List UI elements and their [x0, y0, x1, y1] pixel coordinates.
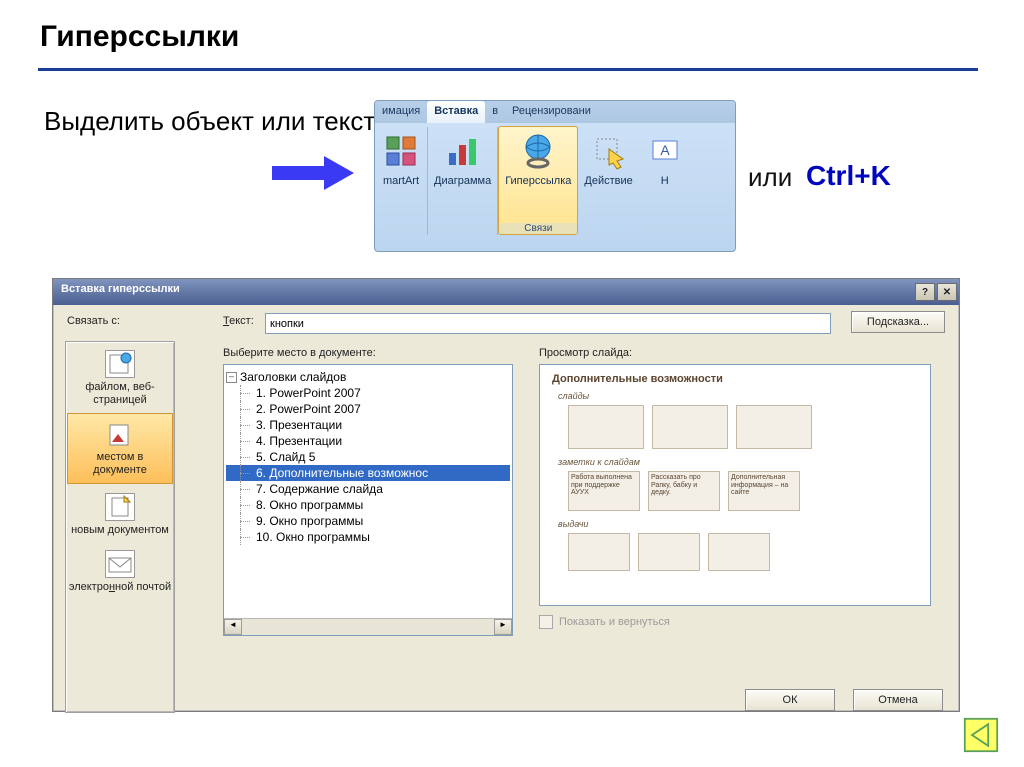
globe-link-icon [518, 131, 558, 171]
link-type-panel: файлом, веб-страницей местом в документе… [65, 341, 175, 713]
file-web-icon [105, 350, 135, 378]
ribbon-tab-anim[interactable]: имация [375, 101, 427, 123]
link-type-place[interactable]: местом в документе [67, 413, 173, 483]
preview-section: слайды [540, 385, 930, 403]
preview-thumb: Работа выполнена при поддержке АУУХ [568, 471, 640, 511]
preview-section: выдачи [540, 513, 930, 531]
ribbon-group-links: Связи [499, 223, 577, 234]
link-type-file-web[interactable]: файлом, веб-страницей [66, 342, 174, 412]
hyperlink-label: Гиперссылка [505, 175, 571, 187]
arrow-right-icon [262, 148, 362, 198]
show-return-checkbox [539, 615, 553, 629]
email-icon [105, 550, 135, 578]
thumb-label: Дополнительная информация – на сайте [729, 472, 799, 499]
title-underline [38, 68, 978, 71]
ribbon-chart[interactable]: Диаграмма [428, 127, 498, 235]
preview-section: заметки к слайдам [540, 451, 930, 469]
ribbon-last[interactable]: A Н [639, 127, 691, 235]
preview-slide-title: Дополнительные возможности [540, 365, 930, 385]
tree-hscrollbar[interactable]: ◄ ► [224, 618, 512, 635]
thumb-label: Работа выполнена при поддержке АУУХ [569, 472, 639, 499]
preview-thumb [736, 405, 812, 449]
link-with-label: Связать с: [67, 315, 120, 327]
ok-button[interactable]: ОК [745, 689, 835, 711]
preview-thumb: Рассказать про Рапку, бабку и дедку. [648, 471, 720, 511]
place-label: местом в документе [93, 451, 147, 476]
slide-title: Гиперссылки [40, 20, 239, 54]
chart-icon [443, 131, 483, 171]
ribbon-tab-v[interactable]: в [485, 101, 505, 123]
select-place-label: Выберите место в документе: [223, 347, 376, 359]
close-button[interactable]: ✕ [937, 283, 957, 301]
scroll-right-icon[interactable]: ► [494, 619, 512, 635]
text-input[interactable] [265, 313, 831, 334]
tree-item[interactable]: 3. Презентации [226, 417, 510, 433]
tree-item[interactable]: 8. Окно программы [226, 497, 510, 513]
tree-root[interactable]: – Заголовки слайдов [226, 369, 510, 385]
collapse-icon[interactable]: – [226, 372, 237, 383]
svg-text:A: A [660, 142, 670, 158]
slide-tree[interactable]: – Заголовки слайдов 1. PowerPoint 2007 2… [223, 364, 513, 636]
dialog-titlebar: Вставка гиперссылки ? ✕ [53, 279, 959, 305]
file-web-label: файлом, веб-страницей [85, 381, 154, 406]
preview-thumb [638, 533, 700, 571]
textbox-icon: A [645, 131, 685, 171]
preview-thumb: Дополнительная информация – на сайте [728, 471, 800, 511]
ribbon-smartart[interactable]: martArt [375, 127, 428, 235]
tree-item-selected[interactable]: 6. Дополнительные возможнос [226, 465, 510, 481]
smartart-icon [381, 131, 421, 171]
place-icon [106, 422, 134, 448]
tree-item[interactable]: 2. PowerPoint 2007 [226, 401, 510, 417]
tree-item[interactable]: 5. Слайд 5 [226, 449, 510, 465]
ribbon-tab-review[interactable]: Рецензировани [505, 101, 598, 123]
show-return-label: Показать и вернуться [559, 616, 670, 628]
help-button[interactable]: ? [915, 283, 935, 301]
link-type-new-doc[interactable]: новым документом [66, 485, 174, 543]
action-label: Действие [584, 175, 632, 187]
insert-hyperlink-dialog: Вставка гиперссылки ? ✕ Связать с: Текст… [52, 278, 960, 712]
scroll-left-icon[interactable]: ◄ [224, 619, 242, 635]
ribbon-action[interactable]: Действие [578, 127, 638, 235]
preview-thumb [652, 405, 728, 449]
new-doc-icon [105, 493, 135, 521]
email-label: электронной почтой [69, 581, 171, 593]
thumb-label: Рассказать про Рапку, бабку и дедку. [649, 472, 719, 499]
tree-item[interactable]: 4. Презентации [226, 433, 510, 449]
cancel-button[interactable]: Отмена [853, 689, 943, 711]
ribbon-tabs: имация Вставка в Рецензировани [375, 101, 735, 123]
tree-item[interactable]: 1. PowerPoint 2007 [226, 385, 510, 401]
nav-back-icon[interactable] [962, 717, 1000, 753]
new-doc-label: новым документом [71, 524, 169, 536]
preview-label: Просмотр слайда: [539, 347, 632, 359]
ribbon-insert-tab: имация Вставка в Рецензировани martArt Д… [374, 100, 736, 252]
dialog-title: Вставка гиперссылки [61, 283, 180, 305]
action-icon [589, 131, 629, 171]
preview-thumb [568, 533, 630, 571]
tree-item[interactable]: 7. Содержание слайда [226, 481, 510, 497]
smartart-label: martArt [383, 175, 419, 187]
tree-root-label: Заголовки слайдов [240, 370, 346, 384]
hint-button[interactable]: Подсказка... [851, 311, 945, 333]
show-return-row: Показать и вернуться [539, 615, 670, 629]
or-text: или [748, 162, 792, 193]
preview-thumb [708, 533, 770, 571]
instruction-text: Выделить объект или текст [44, 105, 375, 138]
chart-label: Диаграмма [434, 175, 491, 187]
tree-item[interactable]: 9. Окно программы [226, 513, 510, 529]
tree-item[interactable]: 10. Окно программы [226, 529, 510, 545]
ribbon-hyperlink[interactable]: Гиперссылка Связи [498, 126, 578, 235]
slide-preview: Дополнительные возможности слайды заметк… [539, 364, 931, 606]
last-label: Н [661, 175, 669, 187]
shortcut-text: Ctrl+K [806, 160, 891, 192]
link-type-email[interactable]: электронной почтой [66, 542, 174, 600]
preview-thumb [568, 405, 644, 449]
text-label: Текст: [223, 315, 254, 327]
ribbon-tab-insert[interactable]: Вставка [427, 101, 485, 123]
